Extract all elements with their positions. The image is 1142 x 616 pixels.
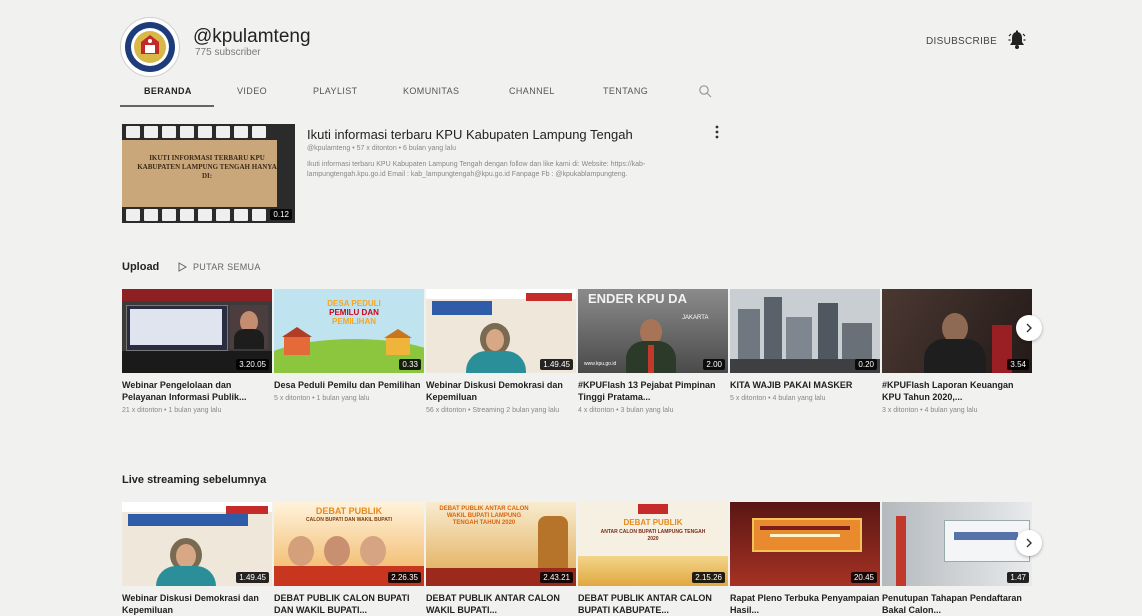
video-card[interactable]: 3.54 #KPUFlash Laporan Keuangan KPU Tahu… xyxy=(882,289,1032,416)
video-meta: 5 x ditonton • 4 bulan yang lalu xyxy=(730,395,826,402)
video-title[interactable]: DEBAT PUBLIK ANTAR CALON BUPATI KABUPATE… xyxy=(578,592,728,616)
video-card[interactable]: 1.47 Penutupan Tahapan Pendaftaran Bakal… xyxy=(882,502,1032,616)
tab-komunitas[interactable]: KOMUNITAS xyxy=(403,86,459,96)
video-title[interactable]: Rapat Pleno Terbuka Penyampaian Hasil... xyxy=(730,592,880,616)
video-duration: 1.47 xyxy=(1007,572,1029,583)
video-card[interactable]: 3.20.05 Webinar Pengelolaan dan Pelayana… xyxy=(122,289,272,416)
chevron-right-icon xyxy=(1026,323,1032,333)
video-card[interactable]: 0.20 KITA WAJIB PAKAI MASKER 5 x ditonto… xyxy=(730,289,880,404)
video-thumbnail[interactable]: ENDER KPU DA JAKARTA www.kpu.go.id 2.00 xyxy=(578,289,728,373)
video-duration: 2.00 xyxy=(703,359,725,370)
filmstrip-bottom xyxy=(122,207,295,223)
subscriber-count: 775 subscriber xyxy=(195,47,261,58)
video-card[interactable]: ENDER KPU DA JAKARTA www.kpu.go.id 2.00 … xyxy=(578,289,728,416)
uploads-next-button[interactable] xyxy=(1016,315,1042,341)
video-card[interactable]: DESA PEDULI PEMILU DAN PEMILIHAN 0.33 De… xyxy=(274,289,424,404)
more-options-icon[interactable] xyxy=(714,124,720,140)
uploads-section-title: Upload xyxy=(122,261,160,273)
tab-playlist[interactable]: PLAYLIST xyxy=(313,86,358,96)
live-next-button[interactable] xyxy=(1016,530,1042,556)
video-title[interactable]: Desa Peduli Pemilu dan Pemilihan xyxy=(274,379,424,391)
video-title[interactable]: #KPUFlash 13 Pejabat Pimpinan Tinggi Pra… xyxy=(578,379,728,403)
search-icon[interactable] xyxy=(698,84,712,98)
filmstrip-top xyxy=(122,124,295,140)
video-duration: 1.49.45 xyxy=(236,572,269,583)
thumb-text: CALON BUPATI DAN WAKIL BUPATI xyxy=(306,517,392,523)
video-title[interactable]: Penutupan Tahapan Pendaftaran Bakal Calo… xyxy=(882,592,1032,616)
tab-channel[interactable]: CHANNEL xyxy=(509,86,555,96)
video-title[interactable]: Webinar Diskusi Demokrasi dan Kepemiluan xyxy=(122,592,272,616)
play-icon xyxy=(178,262,187,272)
tab-beranda[interactable]: BERANDA xyxy=(144,86,192,96)
video-card[interactable]: DEBAT PUBLIK CALON BUPATI DAN WAKIL BUPA… xyxy=(274,502,424,616)
thumb-text: JAKARTA xyxy=(682,315,709,321)
tab-tentang[interactable]: TENTANG xyxy=(603,86,648,96)
featured-video-description: Ikuti informasi terbaru KPU Kabupaten La… xyxy=(307,161,646,178)
featured-video-meta: @kpulamteng • 57 x ditonton • 6 bulan ya… xyxy=(307,145,456,152)
video-duration: 2.15.26 xyxy=(692,572,725,583)
channel-name: @kpulamteng xyxy=(193,26,311,47)
video-card[interactable]: DEBAT PUBLIK ANTAR CALON BUPATI LAMPUNG … xyxy=(578,502,728,616)
thumb-text: PEMILU DAN xyxy=(329,308,379,317)
video-meta: 3 x ditonton • 4 bulan yang lalu xyxy=(882,407,978,414)
video-duration: 2.43.21 xyxy=(540,572,573,583)
video-duration: 0.20 xyxy=(855,359,877,370)
video-title[interactable]: KITA WAJIB PAKAI MASKER xyxy=(730,379,880,391)
video-thumbnail[interactable]: 0.20 xyxy=(730,289,880,373)
thumb-text: www.kpu.go.id xyxy=(584,361,617,367)
play-all-button[interactable]: PUTAR SEMUA xyxy=(178,262,261,272)
play-all-label: PUTAR SEMUA xyxy=(193,262,261,272)
thumb-text: ANTAR CALON BUPATI LAMPUNG TENGAH 2020 xyxy=(600,529,706,542)
video-meta: 21 x ditonton • 1 bulan yang lalu xyxy=(122,407,222,414)
thumb-text: PEMILIHAN xyxy=(332,317,376,326)
video-meta: 56 x ditonton • Streaming 2 bulan yang l… xyxy=(426,407,560,414)
video-thumbnail[interactable]: DEBAT PUBLIK ANTAR CALON WAKIL BUPATI LA… xyxy=(426,502,576,586)
video-thumbnail[interactable]: 1.49.45 xyxy=(122,502,272,586)
thumb-text: DEBAT PUBLIK xyxy=(623,518,683,527)
notification-bell-icon[interactable] xyxy=(1007,30,1027,50)
video-thumbnail[interactable]: DEBAT PUBLIK ANTAR CALON BUPATI LAMPUNG … xyxy=(578,502,728,586)
video-meta: 5 x ditonton • 1 bulan yang lalu xyxy=(274,395,370,402)
kpu-logo-icon xyxy=(125,22,175,72)
video-thumbnail[interactable]: 1.49.45 xyxy=(426,289,576,373)
thumb-text: DEBAT PUBLIK ANTAR CALON WAKIL BUPATI LA… xyxy=(439,506,529,526)
video-title[interactable]: #KPUFlash Laporan Keuangan KPU Tahun 202… xyxy=(882,379,1032,403)
video-card[interactable]: DEBAT PUBLIK ANTAR CALON WAKIL BUPATI LA… xyxy=(426,502,576,616)
video-duration: 2.26.35 xyxy=(388,572,421,583)
video-card[interactable]: 1.49.45 Webinar Diskusi Demokrasi dan Ke… xyxy=(426,289,576,416)
thumb-text: DESA PEDULI xyxy=(327,299,381,308)
thumb-text: ENDER KPU DA xyxy=(588,291,687,306)
featured-video-title[interactable]: Ikuti informasi terbaru KPU Kabupaten La… xyxy=(307,127,633,142)
video-duration: 3.20.05 xyxy=(236,359,269,370)
featured-duration: 0.12 xyxy=(270,209,292,220)
video-thumbnail[interactable]: DESA PEDULI PEMILU DAN PEMILIHAN 0.33 xyxy=(274,289,424,373)
video-card[interactable]: 1.49.45 Webinar Diskusi Demokrasi dan Ke… xyxy=(122,502,272,616)
channel-avatar[interactable] xyxy=(120,17,180,77)
video-duration: 20.45 xyxy=(850,572,877,583)
video-thumbnail[interactable]: 3.20.05 xyxy=(122,289,272,373)
video-title[interactable]: Webinar Diskusi Demokrasi dan Kepemiluan xyxy=(426,379,576,403)
video-title[interactable]: DEBAT PUBLIK ANTAR CALON WAKIL BUPATI... xyxy=(426,592,576,616)
video-title[interactable]: DEBAT PUBLIK CALON BUPATI DAN WAKIL BUPA… xyxy=(274,592,424,616)
video-meta: 4 x ditonton • 3 bulan yang lalu xyxy=(578,407,674,414)
video-thumbnail[interactable]: DEBAT PUBLIK CALON BUPATI DAN WAKIL BUPA… xyxy=(274,502,424,586)
tab-video[interactable]: VIDEO xyxy=(237,86,267,96)
subscribe-button[interactable]: DISUBSCRIBE xyxy=(920,32,1003,51)
video-duration: 0.33 xyxy=(399,359,421,370)
video-thumbnail[interactable]: 20.45 xyxy=(730,502,880,586)
active-tab-indicator xyxy=(120,105,214,107)
thumb-text: DEBAT PUBLIK xyxy=(315,506,383,516)
video-card[interactable]: 20.45 Rapat Pleno Terbuka Penyampaian Ha… xyxy=(730,502,880,616)
video-thumbnail[interactable]: 1.47 xyxy=(882,502,1032,586)
video-title[interactable]: Webinar Pengelolaan dan Pelayanan Inform… xyxy=(122,379,272,403)
video-duration: 1.49.45 xyxy=(540,359,573,370)
video-duration: 3.54 xyxy=(1007,359,1029,370)
chevron-right-icon xyxy=(1026,538,1032,548)
featured-video-thumbnail[interactable]: IKUTI INFORMASI TERBARU KPU KABUPATEN LA… xyxy=(122,124,295,223)
video-thumbnail[interactable]: 3.54 xyxy=(882,289,1032,373)
live-section-title: Live streaming sebelumnya xyxy=(122,474,267,486)
channel-page: @kpulamteng 775 subscriber DISUBSCRIBE B… xyxy=(0,0,1142,616)
featured-thumbnail-text: IKUTI INFORMASI TERBARU KPU KABUPATEN LA… xyxy=(137,154,277,180)
